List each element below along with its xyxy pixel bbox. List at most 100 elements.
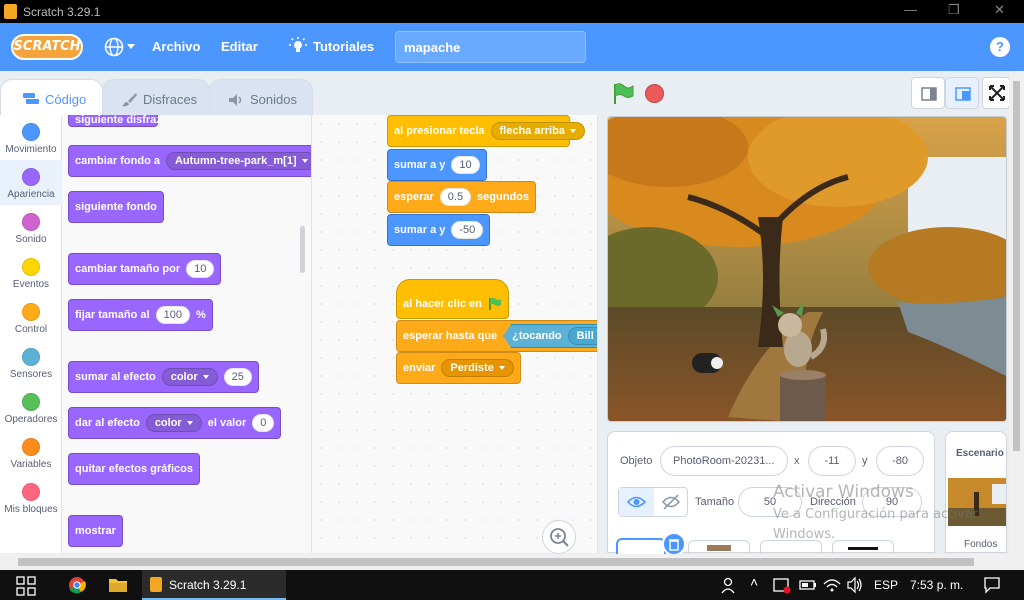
horizontal-scroll-thumb[interactable] xyxy=(18,558,974,566)
notification-icon[interactable] xyxy=(983,576,1001,594)
effect-dropdown[interactable]: color xyxy=(145,414,202,432)
battery-icon[interactable] xyxy=(798,576,818,594)
block-wait-until[interactable]: esperar hasta que ¿tocando Bill xyxy=(396,320,597,352)
script-area[interactable]: al presionar tecla flecha arriba sumar a… xyxy=(312,115,598,553)
block-next-backdrop[interactable]: siguiente fondo xyxy=(68,191,164,223)
backdrop-thumbnail[interactable] xyxy=(948,478,1007,526)
category-my-blocks[interactable]: Mis bloques xyxy=(0,475,62,520)
category-label: Mis bloques xyxy=(4,504,58,515)
tab-costumes[interactable]: Disfraces xyxy=(102,79,210,115)
security-alert-icon[interactable] xyxy=(772,576,792,594)
chevron-up-icon[interactable]: ˄ xyxy=(750,574,758,590)
touching-dropdown[interactable]: Bill xyxy=(567,327,597,345)
fullscreen-button[interactable] xyxy=(982,77,1010,109)
category-operators[interactable]: Operadores xyxy=(0,385,62,430)
block-change-size[interactable]: cambiar tamaño por 10 xyxy=(68,253,222,285)
tab-code[interactable]: Código xyxy=(0,79,103,115)
tab-sounds[interactable]: Sonidos xyxy=(209,79,313,115)
block-touching[interactable]: ¿tocando Bill xyxy=(503,324,597,348)
scratch-logo[interactable]: SCRATCH xyxy=(11,34,83,60)
effect-dropdown[interactable]: color xyxy=(161,368,218,386)
category-label: Control xyxy=(14,324,48,335)
y-input[interactable]: -80 xyxy=(876,446,924,476)
menu-file[interactable]: Archivo xyxy=(152,39,200,54)
category-sensing[interactable]: Sensores xyxy=(0,340,62,385)
zoom-in-button[interactable] xyxy=(542,520,576,554)
language-globe-icon[interactable] xyxy=(104,37,124,57)
hide-button[interactable] xyxy=(654,488,688,516)
message-dropdown[interactable]: Perdiste xyxy=(441,359,514,377)
x-input[interactable]: -11 xyxy=(808,446,856,476)
flyout-scrollbar[interactable] xyxy=(300,226,305,273)
project-title-input[interactable]: mapache xyxy=(395,31,586,63)
delete-sprite-button[interactable] xyxy=(662,532,686,556)
help-icon[interactable]: ? xyxy=(990,37,1010,57)
task-view-icon[interactable] xyxy=(16,576,36,596)
stop-icon[interactable] xyxy=(645,84,664,103)
volume-icon[interactable] xyxy=(846,576,864,594)
file-explorer-icon[interactable] xyxy=(108,576,128,594)
sprite-info-pane: Objeto PhotoRoom-20231... x -11 y -80 Ta… xyxy=(607,431,935,556)
size-change-input[interactable]: 10 xyxy=(186,260,215,278)
block-set-effect[interactable]: dar al efecto color el valor 0 xyxy=(68,407,282,439)
speaker-icon xyxy=(229,94,242,106)
sprite-thumbnail[interactable] xyxy=(688,540,750,554)
direction-input[interactable]: 90 xyxy=(862,487,922,517)
category-control[interactable]: Control xyxy=(0,295,62,340)
block-broadcast[interactable]: enviar Perdiste xyxy=(396,352,521,384)
close-button[interactable]: ✕ xyxy=(994,2,1005,18)
block-set-size[interactable]: fijar tamaño al 100 % xyxy=(68,299,213,331)
show-button[interactable] xyxy=(619,488,654,516)
category-events[interactable]: Eventos xyxy=(0,250,62,295)
horizontal-scrollbar[interactable] xyxy=(0,554,1024,570)
block-change-y[interactable]: sumar a y 10 xyxy=(387,149,487,181)
maximize-button[interactable]: ❐ xyxy=(948,2,960,18)
stage-title: Escenario xyxy=(956,448,1004,459)
sprite-thumbnail[interactable] xyxy=(832,540,894,554)
block-wait[interactable]: esperar 0.5 segundos xyxy=(387,181,537,213)
block-change-y[interactable]: sumar a y -50 xyxy=(387,214,491,246)
size-set-input[interactable]: 100 xyxy=(155,306,190,324)
block-next-costume[interactable]: siguiente disfraz xyxy=(68,115,162,127)
minimize-button[interactable]: — xyxy=(904,2,917,17)
green-flag-icon[interactable] xyxy=(612,83,634,105)
vertical-scroll-thumb[interactable] xyxy=(1013,81,1020,451)
wifi-icon[interactable] xyxy=(822,576,842,594)
category-sound[interactable]: Sonido xyxy=(0,205,62,250)
stage-selector[interactable]: Escenario Fondos xyxy=(945,431,1007,553)
block-clear-effects[interactable]: quitar efectos gráficos xyxy=(68,453,200,485)
sprite-thumbnail-selected[interactable] xyxy=(616,538,666,554)
small-stage-button[interactable] xyxy=(911,77,945,109)
taskbar-app-scratch[interactable]: Scratch 3.29.1 xyxy=(142,570,286,600)
block-when-flag-clicked[interactable]: al hacer clic en xyxy=(396,279,509,319)
menu-tutorials[interactable]: Tutoriales xyxy=(313,39,374,54)
category-motion[interactable]: Movimiento xyxy=(0,115,62,160)
effect-set-input[interactable]: 0 xyxy=(252,414,275,432)
block-change-effect[interactable]: sumar al efecto color 25 xyxy=(68,361,259,393)
key-dropdown[interactable]: flecha arriba xyxy=(490,122,585,140)
scratch-app-icon xyxy=(150,577,162,592)
change-y-input[interactable]: 10 xyxy=(451,156,480,174)
chrome-icon[interactable] xyxy=(68,576,86,594)
vertical-scrollbar[interactable] xyxy=(1009,71,1024,554)
menu-edit[interactable]: Editar xyxy=(221,39,258,54)
tab-sounds-label: Sonidos xyxy=(250,92,297,107)
change-y-input[interactable]: -50 xyxy=(451,221,484,239)
backdrop-dropdown[interactable]: Autumn-tree-park_m[1] xyxy=(165,152,311,170)
block-when-key-pressed[interactable]: al presionar tecla flecha arriba xyxy=(387,115,585,147)
window-title: Scratch 3.29.1 xyxy=(23,5,101,19)
large-stage-button[interactable] xyxy=(945,77,979,109)
category-variables[interactable]: Variables xyxy=(0,430,62,475)
sprite-thumbnail[interactable] xyxy=(760,540,822,554)
wait-seconds-input[interactable]: 0.5 xyxy=(439,188,472,206)
system-clock[interactable]: 7:53 p. m. xyxy=(910,578,963,592)
size-input[interactable]: 50 xyxy=(738,487,802,517)
block-show[interactable]: mostrar xyxy=(68,515,123,547)
effect-change-input[interactable]: 25 xyxy=(223,368,252,386)
block-switch-backdrop[interactable]: cambiar fondo a Autumn-tree-park_m[1] xyxy=(68,145,311,177)
category-looks[interactable]: Apariencia xyxy=(0,160,62,205)
sprite-name-input[interactable]: PhotoRoom-20231... xyxy=(660,446,788,476)
input-language[interactable]: ESP xyxy=(874,578,898,592)
stage-canvas[interactable] xyxy=(607,116,1007,422)
people-icon[interactable] xyxy=(720,576,738,594)
